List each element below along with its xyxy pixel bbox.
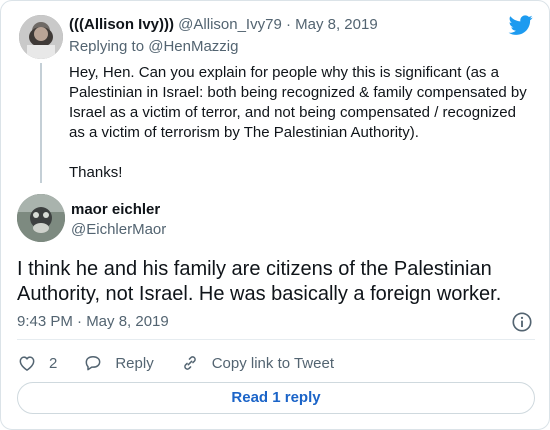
replying-to-mention[interactable]: @HenMazzig [148,38,238,55]
heart-icon [19,356,35,371]
read-replies-button[interactable]: Read 1 reply [17,382,535,414]
author-display-name[interactable]: maor eichler [71,201,160,218]
twitter-bird-icon[interactable] [507,13,535,37]
replying-prefix: Replying to [69,38,149,55]
link-icon [183,356,196,370]
parent-tweet-body: Hey, Hen. Can you explain for people why… [69,64,527,141]
tweet-embed-card: (((Allison Ivy))) @Allison_Ivy79 · May 8… [0,0,550,430]
parent-handle-date[interactable]: @Allison_Ivy79 · May 8, 2019 [178,16,378,33]
like-count: 2 [49,354,58,372]
copy-link-label: Copy link to Tweet [211,354,334,372]
author-handle[interactable]: @EichlerMaor [71,221,166,238]
like-button[interactable]: 2 [17,353,57,373]
tweet-text: I think he and his family are citizens o… [17,258,502,305]
reply-bubble-icon [85,356,101,371]
parent-tweet-body-thanks: Thanks! [69,164,123,181]
tweet-actions: 2 Reply Copy link to Tweet [17,351,360,375]
author-avatar[interactable] [17,194,65,242]
parent-author: (((Allison Ivy))) @Allison_Ivy79 · May 8… [69,16,378,33]
parent-display-name[interactable]: (((Allison Ivy))) [69,16,174,33]
copy-link-button[interactable]: Copy link to Tweet [180,353,334,373]
reply-label: Reply [115,354,154,372]
tweet-timestamp[interactable]: 9:43 PM · May 8, 2019 [17,313,169,330]
reply-button[interactable]: Reply [83,353,154,373]
info-icon[interactable] [511,311,533,333]
thread-connector-line [40,63,42,183]
parent-tweet-text: Hey, Hen. Can you explain for people why… [69,63,535,203]
divider [17,339,535,340]
parent-avatar[interactable] [19,15,63,59]
replying-to: Replying to @HenMazzig [69,38,238,55]
